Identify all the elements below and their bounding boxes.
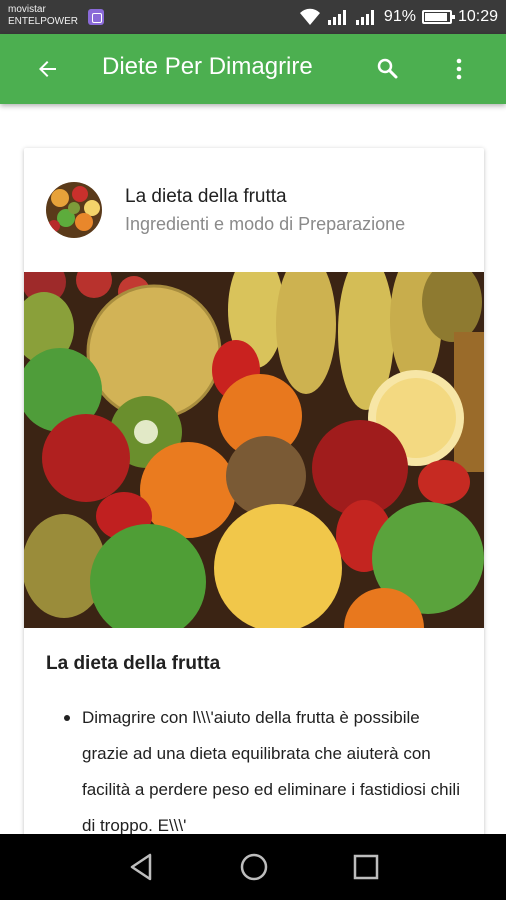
section-title: La dieta della frutta (46, 653, 221, 674)
battery-icon (421, 10, 455, 24)
page-title: Diete Per Dimagrire (102, 53, 313, 80)
status-bar: movistar ENTELPOWER 91% 10:29 (0, 0, 506, 34)
search-icon[interactable] (370, 51, 406, 87)
description-list: Dimagrire con l\\\'aiuto della frutta è … (64, 700, 462, 844)
system-nav-bar (0, 834, 506, 900)
carrier-name-secondary: ENTELPOWER (8, 16, 79, 27)
signal-icon-2 (355, 10, 374, 25)
status-indicators: 91% 10:29 (298, 6, 498, 28)
nav-home-icon[interactable] (236, 849, 272, 885)
recipe-card[interactable]: La dieta della frutta Ingredienti e modo… (24, 148, 484, 868)
app-bar: Diete Per Dimagrire (0, 34, 506, 104)
nav-back-icon[interactable] (124, 849, 160, 885)
battery-percent: 91% (383, 8, 416, 25)
nav-recents-icon[interactable] (348, 849, 384, 885)
carrier-label: movistar ENTELPOWER (8, 4, 78, 28)
avatar (46, 182, 102, 238)
arrow-back-icon[interactable] (30, 51, 66, 87)
notification-app-icon (88, 9, 104, 25)
more-vert-icon[interactable] (444, 51, 474, 87)
fruit-image (24, 272, 484, 628)
card-subtitle: Ingredienti e modo di Preparazione (125, 214, 406, 234)
card-title: La dieta della frutta (125, 186, 287, 207)
signal-icon (327, 10, 346, 25)
list-item: Dimagrire con l\\\'aiuto della frutta è … (64, 700, 462, 844)
carrier-name: movistar (8, 4, 46, 15)
wifi-icon (299, 8, 320, 25)
clock: 10:29 (457, 8, 498, 25)
